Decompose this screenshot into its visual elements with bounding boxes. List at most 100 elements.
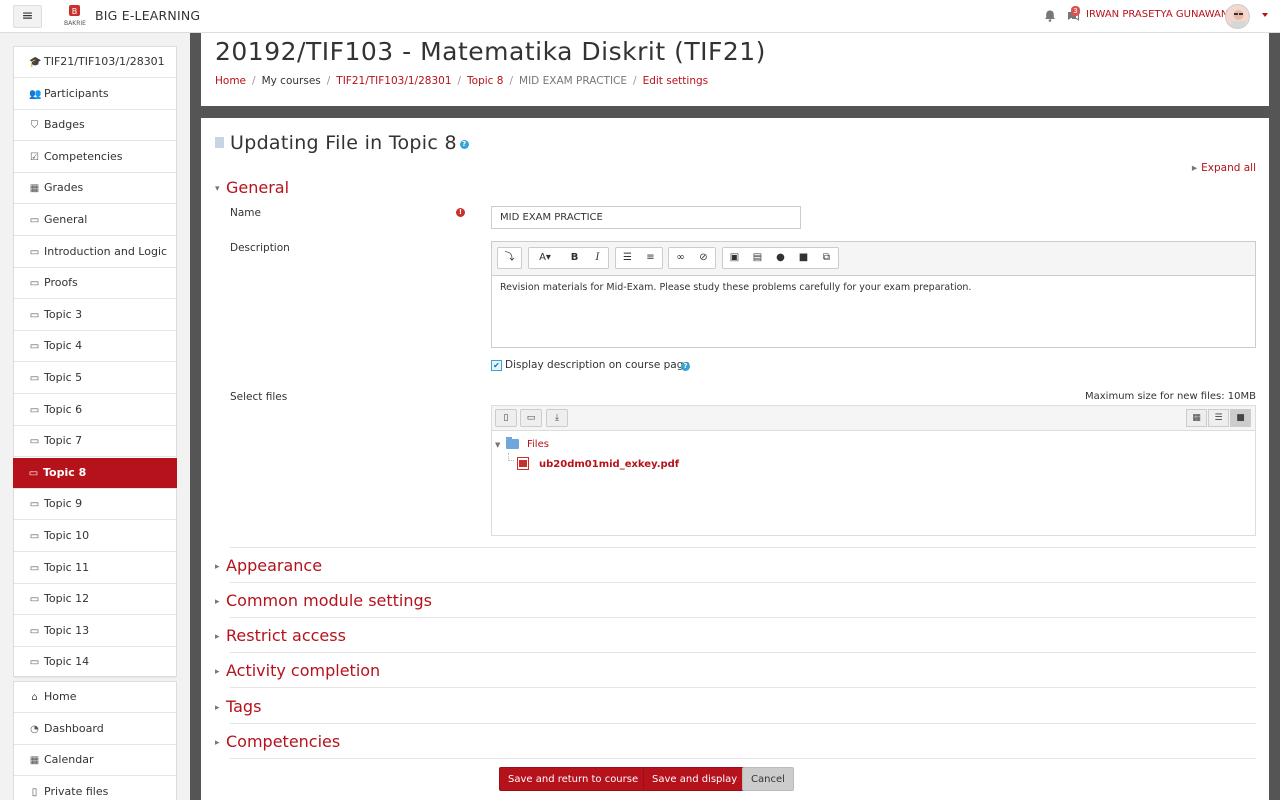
calendar-icon: ▦ bbox=[29, 755, 40, 767]
media-icon[interactable]: ▤ bbox=[746, 248, 769, 268]
sidebar-item[interactable]: ⛉ Badges bbox=[14, 110, 176, 142]
add-file-icon[interactable]: ▯ bbox=[495, 409, 517, 427]
bell-icon[interactable] bbox=[1043, 9, 1057, 23]
unordered-list-icon[interactable]: ☰ bbox=[616, 248, 639, 268]
sidebar-global-item[interactable]: ▯ Private files bbox=[14, 777, 176, 800]
video-icon[interactable]: ■ bbox=[792, 248, 815, 268]
checkbox-icon: ☑ bbox=[30, 151, 39, 163]
sidebar-item[interactable]: ▭ Topic 4 bbox=[14, 331, 176, 363]
italic-icon[interactable]: I bbox=[586, 248, 609, 268]
toolbar-toggle-icon[interactable]: ⤵ bbox=[498, 248, 521, 268]
divider bbox=[230, 617, 1256, 618]
site-nav-block: ⌂ Home ◔ Dashboard ▦ Calendar ▯ Private files bbox=[13, 681, 177, 800]
save-display-button[interactable]: Save and display bbox=[643, 767, 747, 791]
name-input[interactable]: MID EXAM PRACTICE bbox=[491, 206, 801, 229]
sidebar-item[interactable]: ▭ Topic 7 bbox=[14, 426, 176, 458]
chevron-down-icon[interactable] bbox=[1262, 13, 1268, 17]
breadcrumb-topic[interactable]: Topic 8 bbox=[467, 75, 503, 87]
download-icon[interactable]: ⤓ bbox=[546, 409, 568, 427]
sidebar-global-item[interactable]: ◔ Dashboard bbox=[14, 714, 176, 745]
folder-icon: ▭ bbox=[29, 625, 40, 637]
chevron-right-icon: ▸ bbox=[215, 562, 220, 572]
help-icon[interactable]: ? bbox=[681, 362, 690, 371]
form-title: Updating File in Topic 8? bbox=[215, 132, 469, 154]
sidebar-item-label: Topic 7 bbox=[44, 434, 83, 448]
folder-icon: ▭ bbox=[29, 657, 40, 669]
tree-view-icon[interactable]: ■ bbox=[1230, 409, 1251, 427]
section-header[interactable]: ▸ Common module settings bbox=[215, 591, 432, 610]
sidebar-item[interactable]: ▭ Topic 5 bbox=[14, 363, 176, 394]
breadcrumb-current[interactable]: Edit settings bbox=[643, 75, 709, 87]
image-icon[interactable]: ▣ bbox=[723, 248, 746, 268]
sidebar-item[interactable]: ▭ Topic 10 bbox=[14, 521, 176, 552]
display-description-checkbox[interactable]: ✔ bbox=[491, 360, 502, 371]
save-return-button[interactable]: Save and return to course bbox=[499, 767, 648, 791]
graduation-cap-icon: 🎓 bbox=[29, 57, 42, 68]
file-item[interactable]: ub20dm01mid_exkey.pdf bbox=[539, 459, 679, 470]
breadcrumb-resource[interactable]: MID EXAM PRACTICE bbox=[519, 75, 627, 87]
sidebar-item[interactable]: ▭ Topic 9 bbox=[14, 489, 176, 521]
tb-group-5: ▣ ▤ ● ■ ⧉ bbox=[722, 247, 839, 269]
hamburger-icon[interactable]: ≡ bbox=[13, 5, 42, 28]
sidebar-item[interactable]: ▭ Topic 6 bbox=[14, 395, 176, 426]
bold-icon[interactable]: B bbox=[563, 248, 586, 268]
expand-all-link[interactable]: Expand all bbox=[1192, 162, 1256, 174]
sidebar-item-label: Topic 5 bbox=[44, 371, 83, 384]
folder-icon: ▭ bbox=[29, 278, 40, 290]
sidebar-item[interactable]: ▦ Grades bbox=[14, 173, 176, 205]
description-textarea[interactable]: Revision materials for Mid-Exam. Please … bbox=[492, 275, 1255, 347]
display-description-label[interactable]: Display description on course page bbox=[505, 359, 690, 371]
manage-files-icon[interactable]: ⧉ bbox=[815, 248, 838, 268]
font-style-icon[interactable]: A▾ bbox=[529, 248, 561, 268]
sidebar-item[interactable]: 👥 Participants bbox=[14, 79, 176, 110]
grid-view-icon[interactable]: ▦ bbox=[1186, 409, 1207, 427]
sidebar-item[interactable]: 🎓 TIF21/TIF103/1/28301 bbox=[14, 47, 176, 78]
sidebar-item[interactable]: ▭ Topic 12 bbox=[14, 584, 176, 616]
form-title-text: Updating File in Topic 8 bbox=[230, 132, 457, 154]
folder-icon[interactable] bbox=[506, 437, 519, 449]
pdf-icon[interactable] bbox=[517, 457, 529, 470]
ordered-list-icon[interactable]: ≡ bbox=[639, 248, 662, 268]
chevron-right-icon: ▸ bbox=[215, 597, 220, 607]
breadcrumb: Home / My courses / TIF21/TIF103/1/28301/Top… bbox=[215, 75, 709, 87]
chevron-down-icon[interactable]: ▼ bbox=[495, 441, 500, 449]
sidebar-item[interactable]: ▭ Topic 14 bbox=[14, 647, 176, 679]
select-files-label: Select files bbox=[230, 391, 288, 403]
sidebar-item[interactable]: ▭ Topic 3 bbox=[14, 300, 176, 331]
tb-group-2: A▾ B I bbox=[528, 247, 609, 269]
section-header[interactable]: ▸ Restrict access bbox=[215, 626, 346, 645]
users-icon: 👥 bbox=[29, 88, 42, 100]
sidebar-item[interactable]: ▭ Topic 8 bbox=[13, 457, 177, 489]
sidebar-item[interactable]: ▭ Topic 13 bbox=[14, 616, 176, 647]
section-label: Tags bbox=[226, 697, 262, 716]
bakrie-logo[interactable]: B BAKRIE bbox=[58, 4, 92, 28]
page-title: 20192/TIF103 - Matematika Diskrit (TIF21… bbox=[215, 37, 766, 66]
user-name[interactable]: IRWAN PRASETYA GUNAWAN bbox=[1086, 9, 1228, 20]
folder-icon: ▭ bbox=[29, 215, 40, 226]
microphone-icon[interactable]: ● bbox=[769, 248, 792, 268]
folder-icon: ▭ bbox=[29, 246, 40, 258]
sidebar-item[interactable]: ▭ General bbox=[14, 205, 176, 236]
sidebar-global-item[interactable]: ▦ Calendar bbox=[14, 745, 176, 777]
section-header[interactable]: ▸ Competencies bbox=[215, 732, 340, 751]
link-icon[interactable]: ∞ bbox=[669, 248, 692, 268]
create-folder-icon[interactable]: ▭ bbox=[520, 409, 542, 427]
section-header[interactable]: ▸ Tags bbox=[215, 697, 261, 716]
list-view-icon[interactable]: ☰ bbox=[1208, 409, 1229, 427]
cancel-button[interactable]: Cancel bbox=[742, 767, 794, 791]
help-icon[interactable]: ? bbox=[459, 140, 469, 149]
section-general[interactable]: ▾ General bbox=[215, 178, 289, 197]
sidebar-global-item[interactable]: ⌂ Home bbox=[14, 682, 176, 713]
sidebar-item[interactable]: ▭ Introduction and Logic bbox=[14, 237, 176, 268]
unlink-icon[interactable]: ⊘ bbox=[692, 248, 715, 268]
section-header[interactable]: ▸ Appearance bbox=[215, 556, 322, 575]
breadcrumb-course[interactable]: TIF21/TIF103/1/28301 bbox=[336, 75, 451, 87]
sidebar-item[interactable]: ▭ Topic 11 bbox=[14, 553, 176, 584]
sidebar-item[interactable]: ▭ Proofs bbox=[14, 268, 176, 300]
breadcrumb-home[interactable]: Home bbox=[215, 75, 246, 87]
brand-name[interactable]: BIG E-LEARNING bbox=[95, 8, 200, 23]
files-folder[interactable]: Files bbox=[527, 439, 549, 450]
avatar[interactable] bbox=[1225, 4, 1250, 29]
section-header[interactable]: ▸ Activity completion bbox=[215, 661, 380, 680]
sidebar-item[interactable]: ☑ Competencies bbox=[14, 142, 176, 173]
